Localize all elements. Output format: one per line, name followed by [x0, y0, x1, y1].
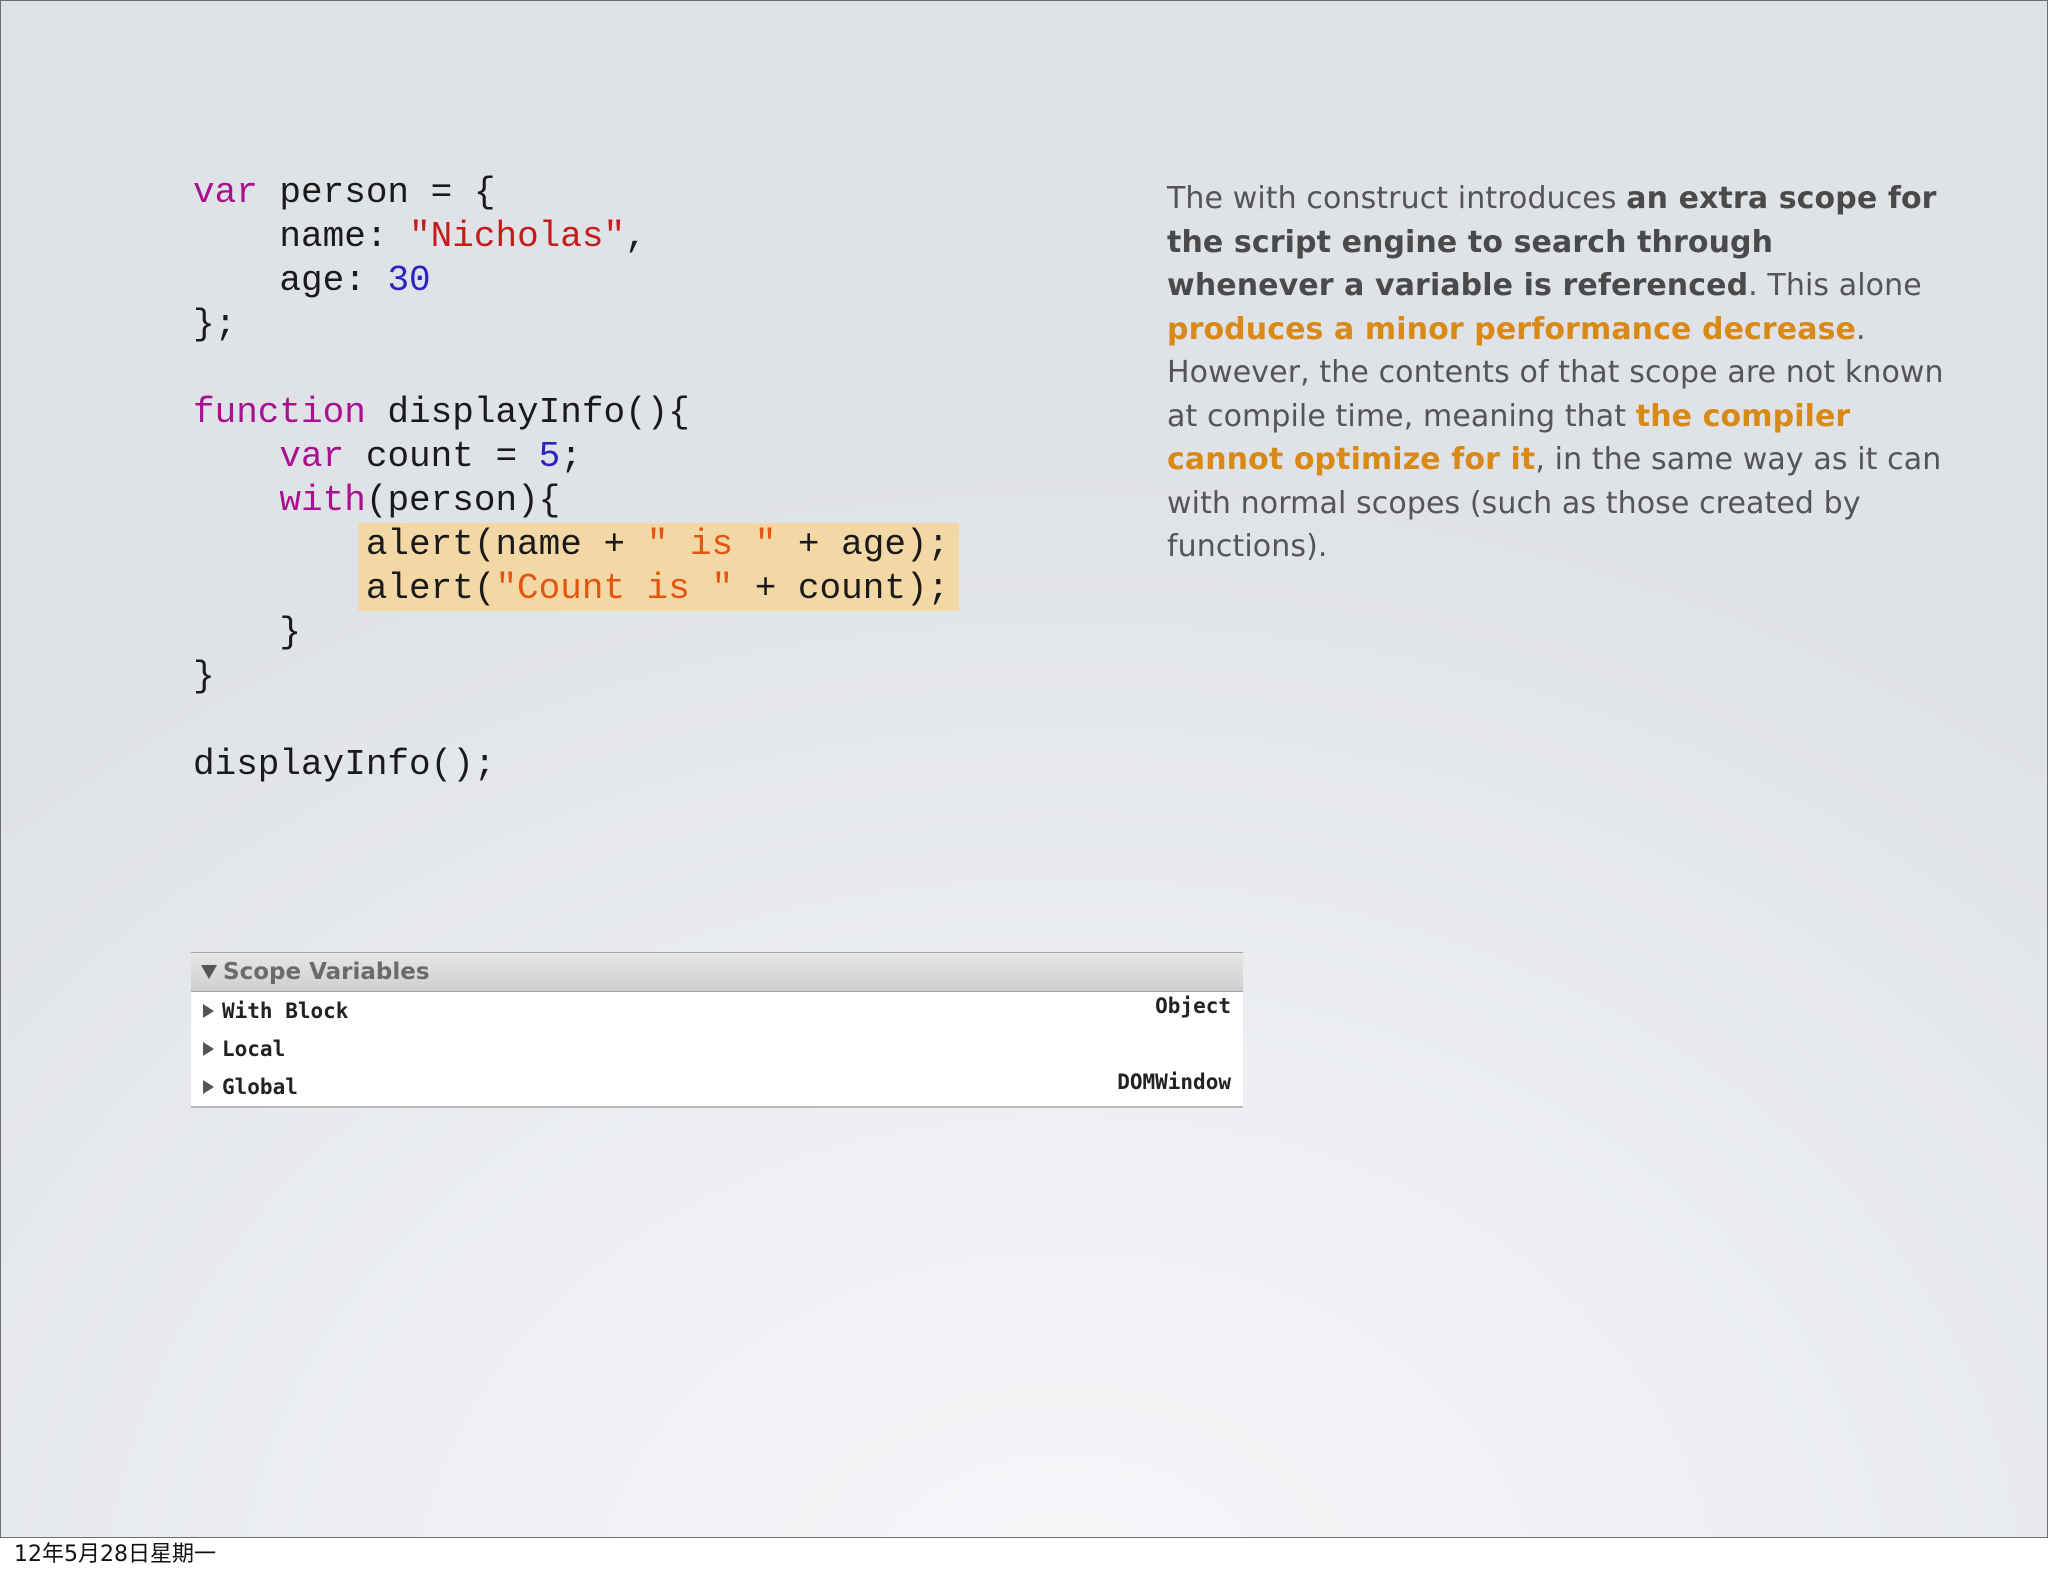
highlighted-code: alert("Count is " + count); [357, 567, 960, 611]
code-text: displayInfo(){ [365, 392, 690, 433]
scope-row-label: With Block [222, 999, 349, 1023]
code-text: } [193, 656, 215, 697]
highlighted-code: alert(name + " is " + age); [357, 523, 960, 567]
scope-row-local[interactable]: Local [191, 1030, 1243, 1068]
scope-variables-header[interactable]: Scope Variables [191, 952, 1243, 992]
code-keyword: function [193, 392, 366, 433]
code-line: var count = 5; [193, 435, 959, 479]
body-text: . This alone [1748, 268, 1922, 303]
code-line: function displayInfo(){ [193, 391, 959, 435]
code-text: person = { [257, 172, 496, 213]
code-text: ; [560, 436, 582, 477]
code-line: }; [193, 303, 959, 347]
code-line: alert("Count is " + count); [193, 567, 960, 611]
code-line: with(person){ [193, 479, 959, 523]
code-highlighted-string: " is " [646, 524, 777, 565]
code-text: alert(name + [365, 524, 647, 565]
scope-variables-panel: Scope Variables With Block Object Local … [191, 952, 1243, 1108]
disclosure-closed-icon[interactable] [203, 1004, 214, 1018]
code-text: name: [193, 216, 410, 257]
disclosure-open-icon [201, 965, 217, 979]
scope-row-value: Object [1155, 994, 1231, 1018]
scope-row-global[interactable]: Global DOMWindow [191, 1068, 1243, 1106]
code-text: (person){ [365, 480, 561, 521]
code-text: displayInfo(); [193, 744, 496, 785]
disclosure-closed-icon[interactable] [203, 1042, 214, 1056]
code-text: count = [344, 436, 539, 477]
scope-row-label: Local [222, 1037, 286, 1061]
code-line: displayInfo(); [193, 743, 959, 787]
code-text: } [193, 612, 302, 653]
code-string: "Nicholas" [409, 216, 626, 257]
code-number: 5 [538, 436, 561, 477]
footer-date: 12年5月28日星期一 [14, 1542, 216, 1567]
code-text: age: [193, 260, 388, 301]
code-keyword: with [279, 480, 366, 521]
highlight-text: produces a minor performance decrease [1167, 311, 1856, 347]
code-line: alert(name + " is " + age); [193, 523, 960, 567]
code-text: alert( [365, 568, 496, 609]
code-number: 30 [387, 260, 431, 301]
scope-row-label: Global [222, 1075, 298, 1099]
code-line: } [193, 611, 959, 655]
code-text: + age); [776, 524, 950, 565]
code-line: var person = { [193, 171, 959, 215]
code-keyword: var [193, 172, 258, 213]
code-text: }; [193, 304, 237, 345]
scope-row-with-block[interactable]: With Block Object [191, 992, 1243, 1030]
code-text: , [625, 216, 647, 257]
code-keyword: var [279, 436, 345, 477]
slide: var person = { name: "Nicholas", age: 30… [0, 0, 2048, 1538]
scope-row-value: DOMWindow [1117, 1070, 1231, 1094]
body-text: The with construct introduces [1167, 181, 1627, 216]
code-block: var person = { name: "Nicholas", age: 30… [193, 171, 960, 787]
code-highlighted-string: "Count is " [495, 568, 734, 609]
scope-variables-title: Scope Variables [223, 959, 430, 985]
code-line: name: "Nicholas", [193, 215, 959, 259]
explanation-text: The with construct introduces an extra s… [1167, 177, 1947, 569]
code-line: } [193, 655, 959, 699]
code-text: + count); [733, 568, 950, 609]
disclosure-closed-icon[interactable] [203, 1080, 214, 1094]
code-line: age: 30 [193, 259, 959, 303]
